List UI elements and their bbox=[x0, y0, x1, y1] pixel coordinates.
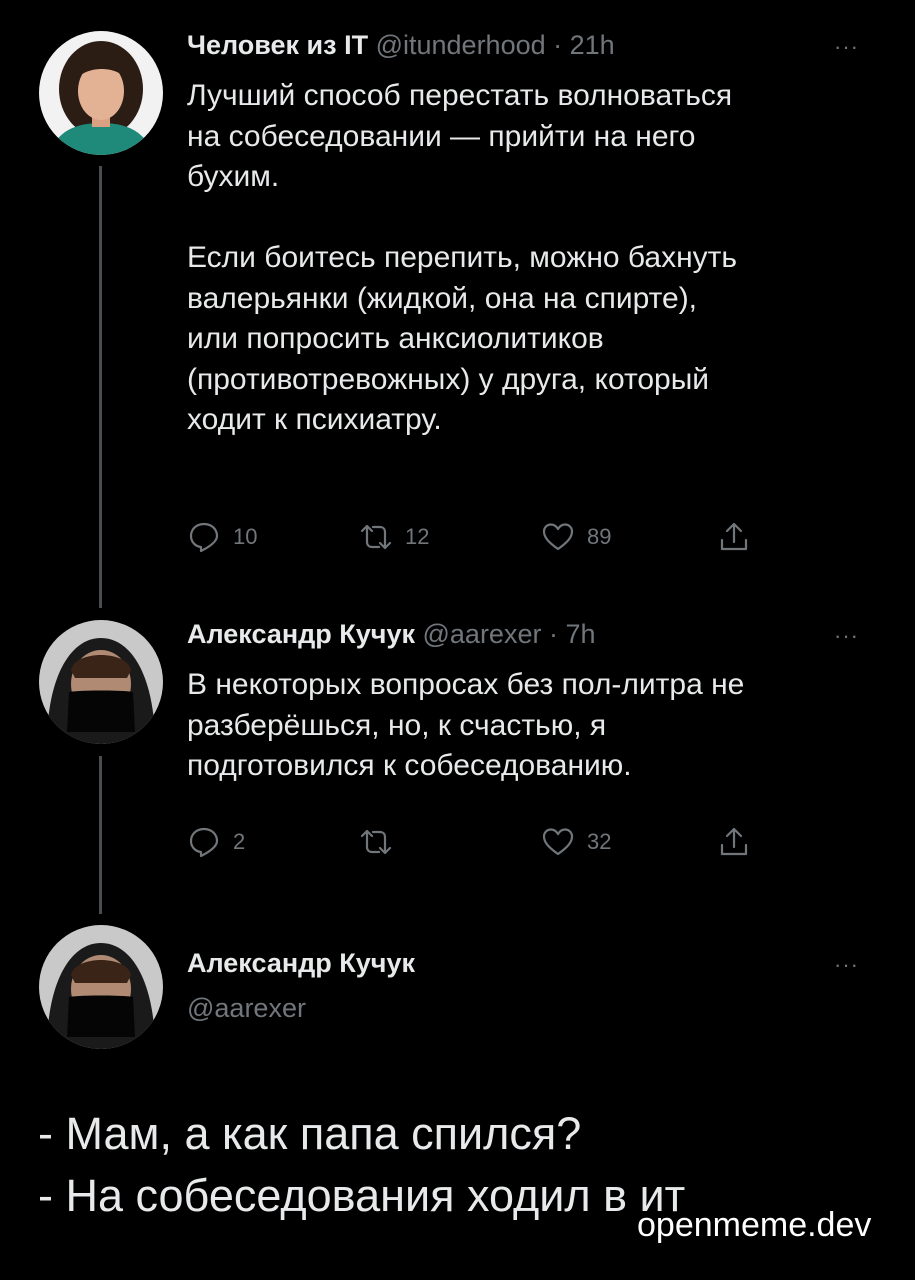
avatar-image bbox=[39, 31, 163, 155]
share-button[interactable] bbox=[717, 825, 751, 859]
reply-button[interactable]: 2 bbox=[187, 825, 245, 859]
retweet-button[interactable] bbox=[359, 825, 405, 859]
watermark: openmeme.dev bbox=[637, 1206, 872, 1244]
like-count: 89 bbox=[587, 524, 612, 549]
share-icon bbox=[720, 827, 748, 856]
reply-icon bbox=[189, 522, 219, 553]
tweet-text-line: на собеседовании — прийти на него bbox=[187, 119, 696, 153]
like-button[interactable]: 89 bbox=[541, 520, 611, 554]
more-icon[interactable]: ··· bbox=[834, 952, 859, 978]
tweet-text-line: или попросить анксиолитиков bbox=[187, 322, 604, 355]
tweet-text-line: разберёшься, но, к счастью, я bbox=[187, 708, 607, 742]
tweet-text: В некоторых вопросах без пол-литра не ра… bbox=[187, 665, 887, 787]
reply-icon bbox=[189, 827, 219, 858]
thread-line bbox=[99, 166, 102, 608]
tweet-text-line: В некоторых вопросах без пол-литра не bbox=[187, 668, 745, 701]
share-button[interactable] bbox=[717, 520, 751, 554]
heart-icon bbox=[542, 523, 574, 551]
avatar[interactable] bbox=[39, 31, 163, 155]
tweet-text: Лучший способ перестать волноваться на с… bbox=[187, 76, 887, 441]
reply-button[interactable]: 10 bbox=[187, 520, 257, 554]
thread-line bbox=[99, 756, 102, 914]
author-name[interactable]: Александр Кучук bbox=[187, 948, 415, 979]
tweet-time[interactable]: · 7h bbox=[549, 619, 596, 649]
more-icon[interactable]: ··· bbox=[834, 34, 859, 60]
like-button[interactable]: 32 bbox=[541, 825, 611, 859]
tweet-text-line: Лучший способ перестать волноваться bbox=[187, 79, 733, 112]
joke-line-1: - Мам, а как папа спился? bbox=[38, 1108, 582, 1159]
tweet-text-line: Если боитесь перепить, можно бахнуть bbox=[187, 241, 738, 274]
more-icon[interactable]: ··· bbox=[834, 623, 859, 649]
retweet-icon bbox=[360, 829, 392, 855]
avatar-image bbox=[39, 925, 163, 1049]
reply-count: 2 bbox=[233, 829, 246, 854]
tweet-text-line bbox=[187, 198, 887, 239]
avatar[interactable] bbox=[39, 925, 163, 1049]
tweet-text-line: (противотревожных) у друга, который bbox=[187, 362, 710, 396]
tweet-header: Александр Кучук @aarexer · 7h bbox=[187, 619, 596, 650]
retweet-count: 12 bbox=[405, 524, 430, 549]
tweet-header: Человек из IT @itunderhood · 21h bbox=[187, 30, 615, 61]
tweet-actions: 10 12 89 bbox=[187, 520, 767, 554]
retweet-icon bbox=[360, 524, 392, 550]
author-handle[interactable]: @aarexer bbox=[187, 993, 306, 1024]
tweet-text-line: бухим. bbox=[187, 160, 280, 193]
like-count: 32 bbox=[587, 829, 612, 854]
joke-line-2: - На собеседования ходил в ит bbox=[38, 1170, 686, 1221]
retweet-button[interactable]: 12 bbox=[359, 520, 429, 554]
heart-icon bbox=[542, 828, 574, 856]
avatar-image bbox=[39, 620, 163, 744]
author-handle[interactable]: @aarexer bbox=[423, 619, 542, 649]
tweet-text-line: подготовился к собеседованию. bbox=[187, 749, 632, 782]
author-name[interactable]: Александр Кучук bbox=[187, 619, 415, 649]
tweet-text-line: валерьянки (жидкой, она на спирте), bbox=[187, 281, 698, 315]
avatar[interactable] bbox=[39, 620, 163, 744]
tweet-text-line: ходит к психиатру. bbox=[187, 403, 442, 436]
author-handle[interactable]: @itunderhood bbox=[376, 30, 546, 60]
tweet-time[interactable]: · 21h bbox=[553, 30, 615, 60]
tweet-actions: 2 32 bbox=[187, 825, 767, 859]
reply-count: 10 bbox=[233, 524, 258, 549]
author-name[interactable]: Человек из IT bbox=[187, 30, 368, 60]
share-icon bbox=[720, 522, 748, 551]
